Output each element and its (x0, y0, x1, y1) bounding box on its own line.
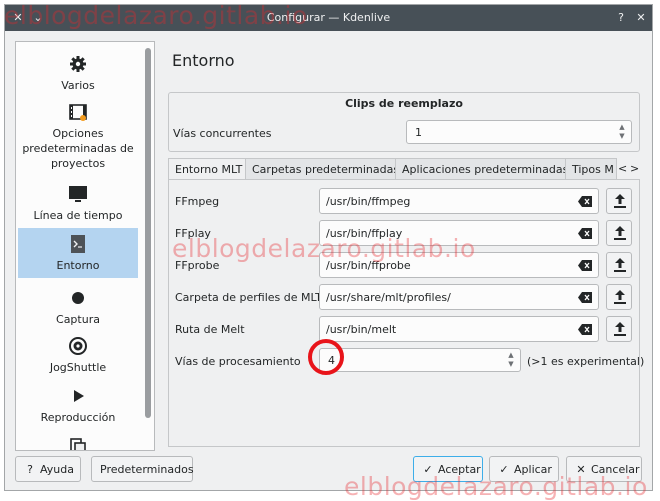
field-value: /usr/share/mlt/profiles/ (326, 291, 451, 304)
annotation-circle (308, 339, 344, 375)
tab-carpetas-predeterminadas[interactable]: Carpetas predeterminadas (245, 158, 396, 180)
field-value: /usr/bin/ffmpeg (326, 195, 411, 208)
ffmpeg-label: FFmpeg (175, 195, 220, 208)
upload-icon (614, 226, 626, 240)
record-dot-icon (72, 292, 84, 304)
processing-threads-spinbox[interactable]: 4 ▲ ▼ (319, 348, 521, 372)
help-icon: ? (27, 463, 33, 476)
clear-text-icon[interactable] (578, 260, 592, 271)
jog-wheel-icon (69, 337, 87, 355)
close-icon[interactable]: ✕ (634, 11, 648, 25)
tab-scroll-right-icon[interactable]: > (630, 162, 639, 175)
tab-entorno-mlt[interactable]: Entorno MLT (168, 158, 246, 180)
copy-icon (70, 438, 86, 450)
concurrent-threads-label: Vías concurrentes (173, 127, 272, 140)
sidebar-item-captura[interactable]: Captura (18, 288, 138, 328)
tab-bar: Entorno MLT Carpetas predeterminadas Apl… (168, 158, 640, 180)
group-title: Clips de reemplazo (345, 97, 463, 110)
tab-aplicaciones-predeterminadas[interactable]: Aplicaciones predeterminadas (395, 158, 566, 180)
mlt-profiles-label: Carpeta de perfiles de MLT (175, 291, 322, 304)
upload-icon (614, 290, 626, 304)
clear-text-icon[interactable] (578, 324, 592, 335)
sidebar-item-label: Entorno (56, 259, 100, 272)
tab-tipos-mime[interactable]: Tipos M (565, 158, 617, 180)
watermark-bottom: elblogdelazaro.gitlab.io (344, 472, 648, 501)
melt-path-browse-button[interactable] (606, 316, 632, 342)
spin-arrows-icon[interactable]: ▲ ▼ (506, 351, 516, 369)
sidebar-item-label: Captura (56, 313, 100, 326)
mlt-profiles-path-field[interactable]: /usr/share/mlt/profiles/ (319, 284, 599, 310)
help-icon[interactable]: ? (614, 11, 628, 25)
monitor-icon (69, 186, 87, 202)
help-button[interactable]: ? Ayuda (15, 456, 81, 482)
spinbox-value: 1 (415, 126, 422, 139)
melt-path-label: Ruta de Melt (175, 323, 245, 336)
sidebar-item-entorno[interactable]: Entorno (18, 228, 138, 278)
upload-icon (614, 322, 626, 336)
watermark-top: elblogdelazaro.gitlab.io (4, 1, 308, 30)
watermark-middle: elblogdelazaro.gitlab.io (172, 234, 476, 263)
mlt-profiles-browse-button[interactable] (606, 284, 632, 310)
sidebar-item-label: JogShuttle (49, 361, 107, 374)
concurrent-threads-spinbox[interactable]: 1 ▲ ▼ (406, 120, 632, 144)
ffplay-browse-button[interactable] (606, 220, 632, 246)
field-value: /usr/bin/melt (326, 323, 397, 336)
upload-icon (614, 194, 626, 208)
clear-text-icon[interactable] (578, 196, 592, 207)
ffprobe-browse-button[interactable] (606, 252, 632, 278)
ffmpeg-browse-button[interactable] (606, 188, 632, 214)
sidebar-item-reproduccion[interactable]: Reproducción (18, 386, 138, 426)
sidebar-item-label: Reproducción (40, 411, 116, 424)
experimental-hint: (>1 es experimental) (527, 355, 645, 368)
sidebar-item-next[interactable] (18, 436, 138, 450)
page-title: Entorno (172, 51, 235, 70)
processing-threads-label: Vías de procesamiento (175, 355, 301, 368)
clear-text-icon[interactable] (578, 292, 592, 303)
sidebar-item-linea-tiempo[interactable]: Línea de tiempo (18, 184, 138, 224)
upload-icon (614, 258, 626, 272)
sidebar-item-opciones-proyectos[interactable]: Opciones predeterminadas de proyectos (18, 102, 138, 176)
category-sidebar: Varios Opciones predeterminadas de proye… (15, 41, 155, 451)
clear-text-icon[interactable] (578, 228, 592, 239)
film-project-icon (69, 104, 87, 121)
sidebar-item-label: Varios (61, 79, 95, 92)
play-icon (74, 390, 84, 402)
ffmpeg-path-field[interactable]: /usr/bin/ffmpeg (319, 188, 599, 214)
spin-arrows-icon[interactable]: ▲ ▼ (617, 123, 627, 141)
terminal-icon (71, 235, 85, 253)
button-label: Ayuda (40, 463, 74, 476)
gear-icon (70, 56, 86, 72)
defaults-button[interactable]: Predeterminados (91, 456, 194, 482)
sidebar-item-varios[interactable]: Varios (18, 54, 138, 96)
melt-path-field[interactable]: /usr/bin/melt (319, 316, 599, 342)
proxy-clips-group: Clips de reemplazo Vías concurrentes 1 ▲… (168, 92, 640, 152)
sidebar-scrollbar[interactable] (145, 48, 151, 418)
button-label: Predeterminados (100, 463, 194, 476)
tab-scroll-left-icon[interactable]: < (618, 162, 627, 175)
sidebar-item-label: Opciones predeterminadas de proyectos (22, 127, 134, 170)
sidebar-item-label: Línea de tiempo (33, 209, 123, 222)
tab-panel-entorno-mlt: FFmpeg /usr/bin/ffmpeg FFplay /usr/bin/f… (168, 179, 644, 447)
sidebar-item-jogshuttle[interactable]: JogShuttle (18, 336, 138, 376)
